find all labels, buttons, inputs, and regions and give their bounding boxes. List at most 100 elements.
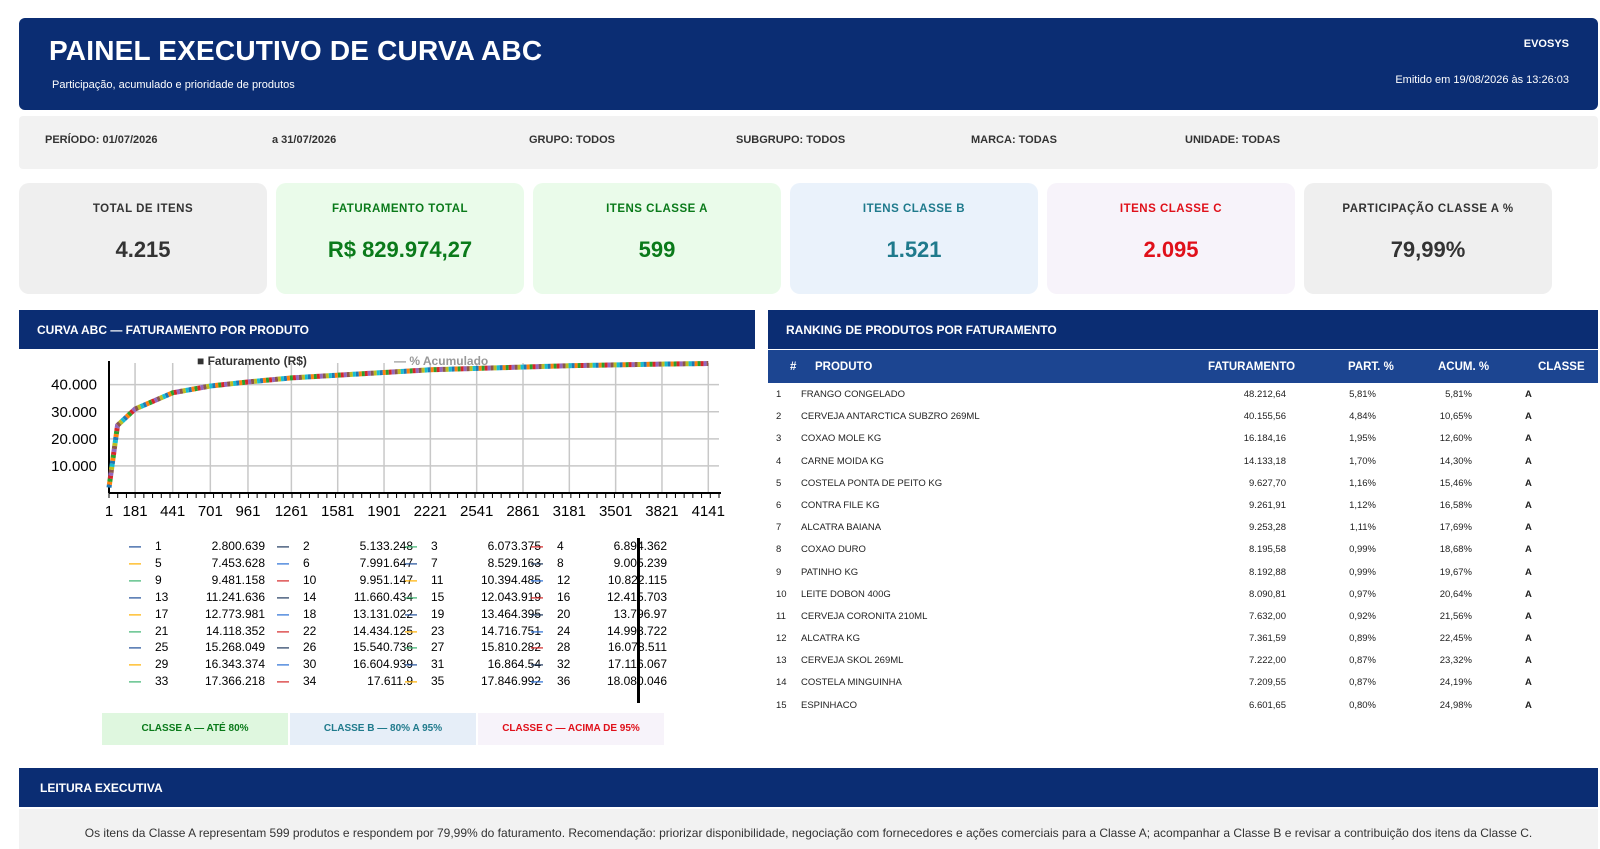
series-legend-entry: —15 12.043.919 [405, 589, 541, 604]
kpi-card: PARTICIPAÇÃO CLASSE A % 79,99% [1304, 183, 1552, 294]
ranking-row: 2 CERVEJA ANTARCTICA SUBZRO 269ML 40.155,5… [768, 405, 1598, 427]
row-product: COXAO MOLE KG [801, 433, 882, 445]
row-product: ALCATRA BAIANA [801, 522, 882, 534]
brand-label: EVOSYS [1523, 38, 1569, 50]
row-rank: 8 [776, 544, 782, 556]
row-cumulative: 20,64% [1439, 588, 1472, 600]
series-legend-id: 34 [303, 674, 317, 689]
series-legend-value: 14.118.352 [205, 623, 265, 638]
revenue-curve-series [106, 361, 709, 488]
series-legend-value: 16.078.511 [585, 640, 667, 654]
row-cumulative: 14,30% [1439, 455, 1472, 467]
kpi-label: TOTAL DE ITENS [92, 203, 194, 215]
series-legend-value: 12.043.919 [480, 589, 541, 604]
row-share: 0,92% [1349, 610, 1376, 622]
series-legend-id: 5 [155, 555, 162, 570]
series-legend-value: 16.864.54 [487, 657, 541, 672]
series-legend-id: 24 [557, 623, 571, 638]
series-legend-entry: —29 16.343.374 [129, 657, 265, 672]
x-tick-label: 961 [235, 503, 260, 520]
series-legend-id: 31 [431, 657, 445, 672]
series-legend-id: 26 [303, 640, 317, 655]
kpi-card: ITENS CLASSE A 599 [533, 183, 781, 294]
x-tick-label: 181 [123, 503, 148, 520]
revenue-curve-series [106, 361, 709, 488]
series-legend-entry: —21 14.118.352 [129, 623, 265, 638]
row-revenue: 7.361,59 [1249, 633, 1286, 645]
row-rank: 1 [776, 389, 782, 400]
series-legend-id: 16 [557, 589, 571, 604]
ranking-row: 15 ESPINHACO 6.601,65 0,80% 24,98% A [768, 694, 1598, 716]
series-legend-id: 1 [155, 539, 162, 553]
series-legend-value: 16.604.939 [352, 657, 413, 672]
series-legend-entry: —8 9.005.239 [531, 555, 667, 570]
row-class: A [1525, 477, 1532, 489]
row-cumulative: 18,68% [1439, 544, 1472, 556]
series-legend-id: 30 [303, 657, 317, 672]
series-legend-id: 29 [155, 657, 169, 672]
kpi-label: ITENS CLASSE A [606, 203, 708, 215]
series-legend-entry: —2816.078.511 [531, 640, 667, 654]
series-legend-entry: —19 13.464.395 [405, 606, 541, 621]
page-title: PAINEL EXECUTIVO DE CURVA ABC [49, 35, 543, 66]
col-class: CLASSE [1538, 361, 1585, 373]
series-legend-value: 7.453.628 [211, 555, 265, 570]
row-share: 0,87% [1349, 655, 1376, 667]
ranking-row: 10 LEITE DOBON 400G 8.090,81 0,97% 20,64% A [768, 583, 1598, 605]
row-rank: 4 [776, 455, 782, 467]
x-tick-label: 2861 [506, 503, 539, 520]
series-legend-id: 19 [431, 606, 445, 621]
x-tick-label: 2221 [414, 503, 447, 520]
revenue-curve-series [106, 361, 709, 488]
x-tick-label: 1581 [321, 503, 354, 520]
row-revenue: 7.209,55 [1249, 677, 1286, 689]
row-share: 4,84% [1349, 411, 1376, 423]
row-cumulative: 24,19% [1439, 677, 1472, 689]
kpi-value: 599 [638, 237, 676, 262]
kpi-label: FATURAMENTO TOTAL [331, 203, 469, 215]
row-revenue: 9.253,28 [1249, 522, 1286, 534]
row-product: COSTELA MINGUINHA [801, 677, 902, 689]
series-legend-value: 9.005.239 [613, 555, 667, 570]
row-revenue: 6.601,65 [1249, 699, 1286, 711]
series-legend-entry: —18 13.131.022 [277, 606, 413, 621]
ranking-row: 4 CARNE MOIDA KG 14.133,18 1,70% 14,30% A [768, 450, 1598, 472]
row-cumulative: 10,65% [1439, 411, 1472, 423]
row-share: 1,95% [1349, 433, 1376, 445]
row-rank: 6 [776, 499, 782, 511]
row-class: A [1525, 411, 1532, 423]
class-legend-a: CLASSE A — ATÉ 80% [102, 713, 288, 745]
row-class: A [1525, 433, 1532, 445]
series-legend-id: 11 [431, 572, 444, 587]
kpi-card: ITENS CLASSE C 2.095 [1047, 183, 1295, 294]
series-legend-id: 10 [303, 572, 317, 587]
row-rank: 3 [776, 433, 782, 445]
series-legend-value: 15.810.282 [480, 640, 541, 655]
row-cumulative: 17,69% [1439, 522, 1472, 534]
col-revenue: FATURAMENTO [1208, 361, 1296, 373]
series-legend-entry: —14 11.660.434 [277, 589, 413, 604]
series-legend-id: 7 [431, 555, 438, 570]
revenue-curve-series [106, 361, 709, 488]
series-legend-value: 7.991.647 [359, 555, 413, 570]
row-class: A [1525, 455, 1532, 467]
series-legend-value: 9.481.158 [211, 572, 265, 587]
row-share: 0,89% [1349, 633, 1376, 645]
legend-scrollbar[interactable] [637, 538, 640, 703]
row-share: 1,12% [1349, 499, 1376, 511]
kpi-label: PARTICIPAÇÃO CLASSE A % [1342, 203, 1514, 215]
ranking-table: # PRODUTO FATURAMENTO PART. % ACUM. % CL… [768, 350, 1598, 716]
series-legend-id: 23 [431, 623, 445, 638]
col-share: PART. % [1348, 361, 1394, 373]
kpi-value: R$ 829.974,27 [327, 237, 473, 262]
series-legend-id: 27 [431, 640, 445, 655]
kpi-value: 4.215 [115, 237, 171, 262]
row-revenue: 48.212,64 [1243, 389, 1286, 400]
series-legend-value: 14.434.125 [352, 623, 413, 638]
row-product: CARNE MOIDA KG [801, 455, 884, 467]
series-legend-id: 22 [303, 623, 317, 638]
ranking-row: 8 COXAO DURO 8.195,58 0,99% 18,68% A [768, 538, 1598, 560]
row-share: 0,97% [1349, 588, 1376, 600]
row-cumulative: 19,67% [1439, 566, 1472, 578]
ranking-panel-header: RANKING DE PRODUTOS POR FATURAMENTO [768, 310, 1598, 349]
